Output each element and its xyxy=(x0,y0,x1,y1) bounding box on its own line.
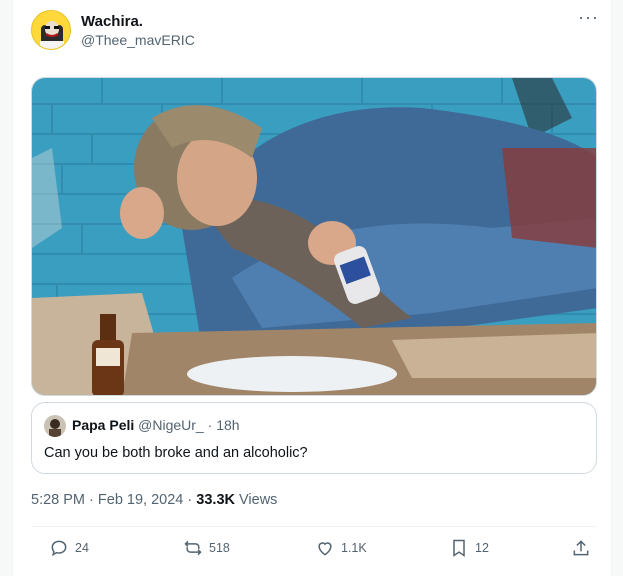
views-label: Views xyxy=(239,492,278,508)
quoted-tweet[interactable]: Papa Peli @NigeUr_ · 18h Can you be both… xyxy=(31,402,597,474)
like-button[interactable]: 1.1K xyxy=(315,538,367,558)
quoted-text: Can you be both broke and an alcoholic? xyxy=(44,445,308,461)
like-icon xyxy=(318,542,332,556)
tweet-timestamp: 5:28 PM · Feb 19, 2024 · 33.3K Views xyxy=(31,492,277,508)
timestamp-dot: · xyxy=(89,492,94,508)
bookmark-button[interactable]: 12 xyxy=(449,538,489,558)
author-display-name[interactable]: Wachira. xyxy=(81,13,143,30)
quoted-separator: · xyxy=(207,417,213,433)
bookmark-icon xyxy=(453,539,465,557)
repost-count: 518 xyxy=(209,541,230,555)
reply-count: 24 xyxy=(75,541,89,555)
tweet-header: Wachira. @Thee_mavERIC ··· xyxy=(31,8,599,54)
repost-icon xyxy=(184,540,202,556)
reply-button[interactable]: 24 xyxy=(49,538,89,558)
bookmark-count: 12 xyxy=(475,541,489,555)
quoted-display-name: Papa Peli xyxy=(72,417,135,433)
tweet-date[interactable]: Feb 19, 2024 xyxy=(98,492,183,508)
quoted-meta: Papa Peli @NigeUr_ · 18h xyxy=(72,417,240,433)
tweet-photo[interactable] xyxy=(31,77,597,396)
like-count: 1.1K xyxy=(341,541,367,555)
quoted-author-avatar xyxy=(44,415,66,437)
share-button[interactable] xyxy=(571,538,591,558)
tweet-card: Wachira. @Thee_mavERIC ··· Papa Peli @Ni… xyxy=(12,0,612,576)
share-icon xyxy=(573,540,589,556)
timestamp-dot-2: · xyxy=(187,492,193,508)
more-icon[interactable]: ··· xyxy=(578,8,599,26)
reply-icon xyxy=(51,540,67,557)
quoted-handle: @NigeUr_ xyxy=(138,417,204,433)
divider xyxy=(31,526,597,527)
tweet-actions: 24 518 1.1K 12 xyxy=(31,538,597,564)
quoted-age: 18h xyxy=(216,417,240,433)
repost-button[interactable]: 518 xyxy=(183,538,230,558)
views-count: 33.3K xyxy=(196,492,235,508)
author-handle[interactable]: @Thee_mavERIC xyxy=(81,32,195,48)
author-avatar[interactable] xyxy=(31,10,71,50)
tweet-time[interactable]: 5:28 PM xyxy=(31,492,85,508)
